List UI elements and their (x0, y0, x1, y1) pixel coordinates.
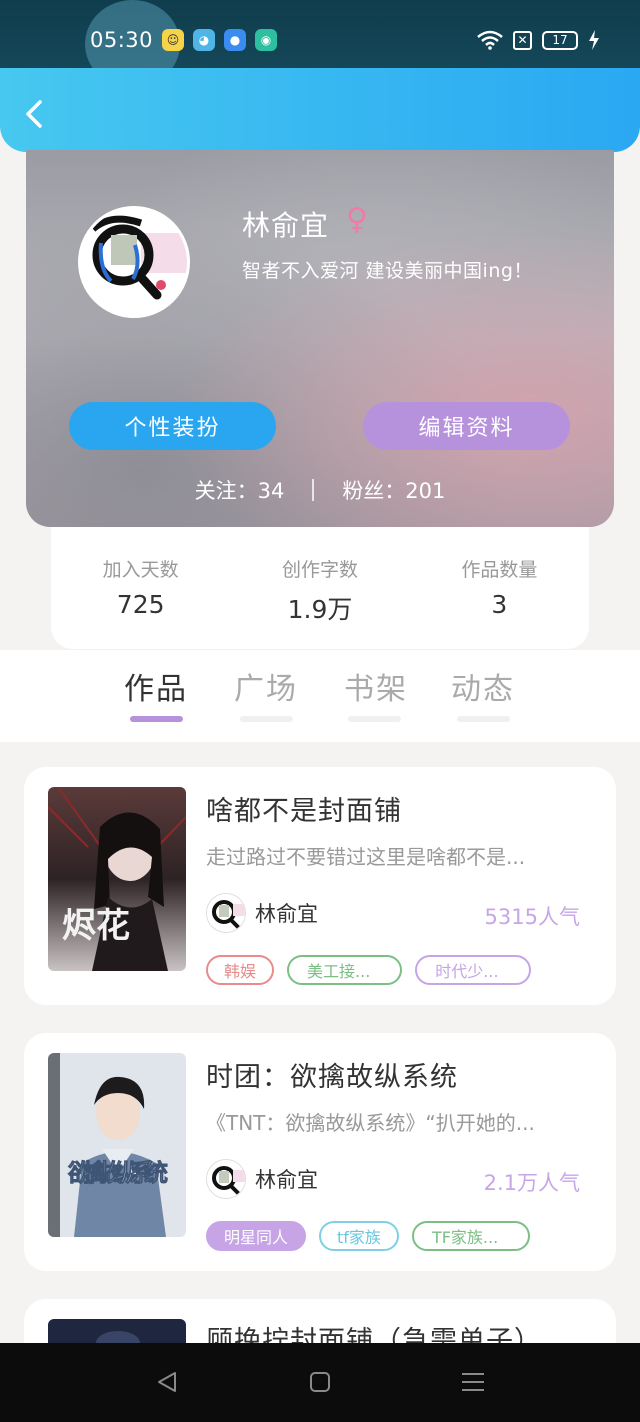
author-avatar (206, 1159, 246, 1199)
tag[interactable]: 美工接... (287, 955, 403, 985)
tag-list: 韩娱 美工接... 时代少... (206, 955, 531, 985)
stat-value: 1.9万 (287, 595, 353, 624)
divider (312, 479, 315, 501)
work-title[interactable]: 啥都不是封面铺 (206, 789, 402, 828)
tab-indicator (348, 716, 401, 722)
home-square-icon[interactable] (308, 1370, 332, 1394)
work-title[interactable]: 时团：欲擒故纵系统 (206, 1055, 458, 1094)
work-cover[interactable]: 欲擒故纵系统 (48, 1053, 186, 1237)
tab-indicator-active (130, 716, 183, 722)
avatar[interactable] (78, 206, 190, 318)
female-icon: ♀ (346, 202, 368, 237)
profile-card: 林俞宜 ♀ 智者不入爱河 建设美丽中国ing！ 个性装扮 编辑资料 关注：34 … (26, 150, 614, 527)
tab-works[interactable]: 作品 (124, 664, 188, 708)
tab-indicator (457, 716, 510, 722)
cover-title: 烬花 (62, 906, 130, 946)
tag[interactable]: 明星同人 (206, 1221, 307, 1251)
tag-list: 明星同人 tf家族 TF家族... (206, 1221, 531, 1251)
cover-image (48, 1319, 186, 1343)
status-right-group: ✕ 17 (477, 30, 600, 50)
chat-app-icon: ☺ (162, 29, 184, 51)
work-cover[interactable]: 烬花 (48, 787, 186, 971)
work-card[interactable]: 顾挽拧封面铺（急需单子） (24, 1299, 616, 1343)
status-time: 05:30 (90, 28, 154, 52)
stat-label: 加入天数 (102, 559, 179, 581)
tag[interactable]: TF家族... (411, 1221, 531, 1251)
stat-value: 725 (116, 590, 165, 619)
author-avatar (206, 893, 246, 933)
chevron-left-icon[interactable] (18, 96, 54, 132)
profile-name: 林俞宜 (242, 209, 330, 242)
battery-level: 17 (552, 33, 568, 47)
tab-square[interactable]: 广场 (234, 664, 298, 708)
work-card[interactable]: 烬花 啥都不是封面铺 走过路过不要错过这里是啥都不是... 林俞宜 5315人气… (24, 767, 616, 1005)
work-description: 走过路过不要错过这里是啥都不是... (206, 845, 526, 869)
back-triangle-icon[interactable] (155, 1370, 179, 1394)
tab-indicator (240, 716, 293, 722)
stat-join-days: 加入天数 725 (51, 527, 230, 649)
author-avatar-image (207, 894, 245, 932)
edit-profile-button[interactable]: 编辑资料 (363, 402, 570, 450)
popularity-count: 2.1万人气 (483, 1171, 580, 1195)
top-header (0, 68, 640, 152)
author-row[interactable]: 林俞宜 (206, 1159, 318, 1199)
chat-bubble-icon: ◉ (255, 29, 277, 51)
tag[interactable]: tf家族 (319, 1221, 399, 1251)
avatar-image (81, 209, 187, 315)
work-description: 《TNT：欲擒故纵系统》“扒开她的... (206, 1111, 535, 1135)
work-cover[interactable] (48, 1319, 186, 1343)
cover-image: 欲擒故纵系统 (48, 1053, 186, 1237)
following-count[interactable]: 关注：34 (195, 475, 285, 505)
popularity-count: 5315人气 (484, 905, 580, 929)
author-row[interactable]: 林俞宜 (206, 893, 318, 933)
work-card[interactable]: 欲擒故纵系统 时团：欲擒故纵系统 《TNT：欲擒故纵系统》“扒开她的... 林俞… (24, 1033, 616, 1271)
dress-up-button[interactable]: 个性装扮 (69, 402, 276, 450)
author-avatar-image (207, 1160, 245, 1198)
follow-stats: 关注：34 粉丝：201 (26, 475, 614, 505)
battery-icon: 17 (542, 30, 578, 50)
author-name: 林俞宜 (255, 1168, 318, 1192)
work-title[interactable]: 顾挽拧封面铺（急需单子） (206, 1319, 542, 1343)
stat-label: 作品数量 (461, 559, 538, 581)
stat-value: 3 (491, 590, 508, 619)
menu-lines-icon[interactable] (460, 1370, 486, 1394)
tab-bar: 作品 广场 书架 动态 (0, 650, 640, 742)
cover-title: 欲擒故纵系统 (67, 1158, 168, 1187)
face-app-icon: ◕ (193, 29, 215, 51)
system-nav-bar (0, 1343, 640, 1422)
tab-activity[interactable]: 动态 (451, 664, 515, 708)
charging-icon (589, 30, 599, 50)
stat-label: 创作字数 (281, 559, 358, 581)
messenger-icon: ● (224, 29, 246, 51)
tag[interactable]: 韩娱 (206, 955, 275, 985)
tag[interactable]: 时代少... (415, 955, 531, 985)
profile-bio: 智者不入爱河 建设美丽中国ing！ (242, 260, 533, 282)
stats-card: 加入天数 725 创作字数 1.9万 作品数量 3 (51, 527, 589, 649)
stat-word-count: 创作字数 1.9万 (230, 527, 409, 649)
stat-works-count: 作品数量 3 (410, 527, 589, 649)
followers-count[interactable]: 粉丝：201 (342, 475, 445, 505)
author-name: 林俞宜 (255, 902, 318, 926)
cover-image: 烬花 (48, 787, 186, 971)
tab-bookshelf[interactable]: 书架 (344, 664, 408, 708)
wifi-icon (477, 30, 503, 50)
sim-off-icon: ✕ (513, 30, 532, 50)
